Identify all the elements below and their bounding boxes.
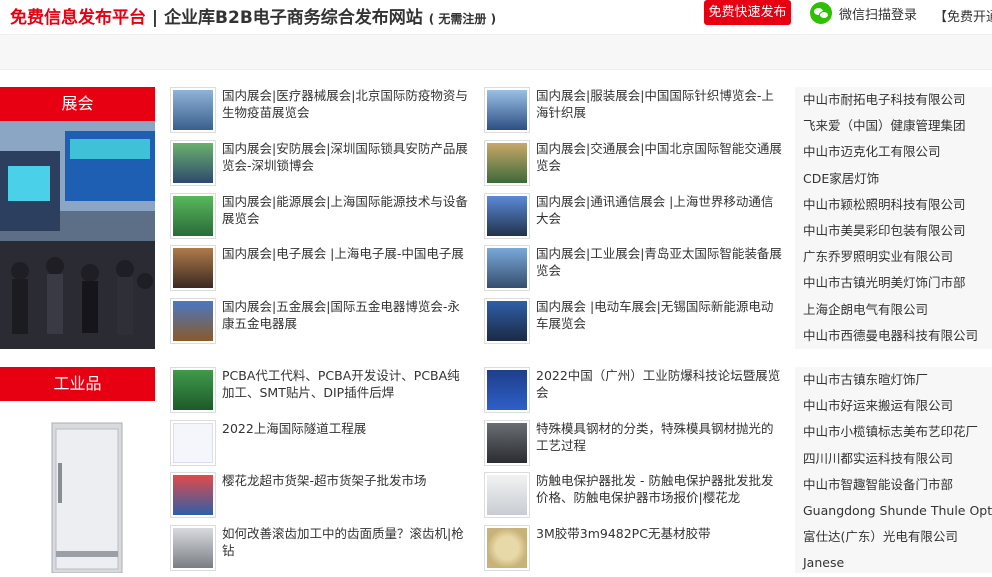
free-publish-button[interactable]: 免费快速发布 (704, 0, 791, 25)
news-item[interactable]: 国内展会|医疗器械展会|北京国际防疫物资与生物疫苗展览会 (170, 87, 470, 135)
news-thumbnail[interactable] (170, 140, 216, 186)
company-link[interactable]: 中山市古镇光明美灯饰门市部 (795, 270, 992, 296)
company-link[interactable]: CDE家居灯饰 (795, 166, 992, 192)
news-thumbnail[interactable] (484, 193, 530, 239)
brand-tagline: 免费信息发布平台 (10, 8, 146, 28)
news-item[interactable]: PCBA代工代料、PCBA开发设计、PCBA纯加工、SMT贴片、DIP插件后焊 (170, 367, 470, 415)
news-title[interactable]: 樱花龙超市货架-超市货架子批发市场 (222, 472, 470, 489)
news-title[interactable]: 国内展会|安防展会|深圳国际锁具安防产品展览会-深圳锁博会 (222, 140, 470, 174)
company-link[interactable]: 中山市耐拓电子科技有限公司 (795, 87, 992, 113)
company-list: 中山市古镇东暄灯饰厂 中山市好运来搬运有限公司 中山市小榄镇标志美布艺印花厂 四… (795, 367, 992, 573)
news-title[interactable]: 如何改善滚齿加工中的齿面质量？滚齿机|枪钻 (222, 525, 470, 559)
company-link[interactable]: 中山市颖松照明科技有限公司 (795, 192, 992, 218)
news-title[interactable]: 防触电保护器批发 - 防触电保护器批发批发价格、防触电保护器市场报价|樱花龙 (536, 472, 784, 506)
news-title[interactable]: 2022中国（广州）工业防爆科技论坛暨展览会 (536, 367, 784, 401)
brand-note: ( 无需注册 ) (428, 12, 497, 26)
news-item[interactable]: 国内展会|通讯通信展会 |上海世界移动通信大会 (484, 193, 784, 241)
company-link[interactable]: 中山市好运来搬运有限公司 (795, 393, 992, 419)
company-link[interactable]: 中山市小榄镇标志美布艺印花厂 (795, 419, 992, 445)
brand-separator: | (151, 8, 159, 28)
news-thumbnail[interactable] (170, 420, 216, 466)
section-title-exhibition[interactable]: 展会 (0, 87, 155, 121)
news-title[interactable]: 国内展会|能源展会|上海国际能源技术与设备展览会 (222, 193, 470, 227)
industrial-section: 工业品 PCBA代工代料、PCBA开发设计、PCBA纯加工、SMT贴片、DIP插… (0, 367, 992, 573)
exhibition-section: 展会 国内展会|医疗器械展会|北京国际防疫物资与生物疫苗展览会 国内展会|安防展… (0, 87, 992, 357)
news-thumbnail[interactable] (170, 87, 216, 133)
news-item[interactable]: 2022中国（广州）工业防爆科技论坛暨展览会 (484, 367, 784, 415)
news-title[interactable]: 特殊模具钢材的分类，特殊模具钢材抛光的工艺过程 (536, 420, 784, 454)
news-thumbnail[interactable] (170, 367, 216, 413)
news-thumbnail[interactable] (484, 367, 530, 413)
news-title[interactable]: 国内展会|医疗器械展会|北京国际防疫物资与生物疫苗展览会 (222, 87, 470, 121)
news-thumbnail[interactable] (170, 193, 216, 239)
news-title[interactable]: 2022上海国际隧道工程展 (222, 420, 470, 437)
wechat-login-label: 微信扫描登录 (839, 7, 918, 23)
company-link[interactable]: 中山市迈克化工有限公司 (795, 139, 992, 165)
news-title[interactable]: 国内展会|电子展会 |上海电子展-中国电子展 (222, 245, 470, 262)
company-link[interactable]: 广东乔罗照明实业有限公司 (795, 244, 992, 270)
news-title[interactable]: 国内展会|服装展会|中国国际针织博览会-上海针织展 (536, 87, 784, 121)
news-title[interactable]: 国内展会|交通展会|中国北京国际智能交通展览会 (536, 140, 784, 174)
news-thumbnail[interactable] (484, 525, 530, 571)
company-link[interactable]: 富仕达(广东）光电有限公司 (795, 524, 992, 550)
brand-title: 企业库B2B电子商务综合发布网站 (164, 8, 423, 28)
news-item[interactable]: 国内展会|五金展会|国际五金电器博览会-永康五金电器展 (170, 298, 470, 346)
news-thumbnail[interactable] (170, 298, 216, 344)
news-item[interactable]: 国内展会|交通展会|中国北京国际智能交通展览会 (484, 140, 784, 188)
news-title[interactable]: 国内展会|通讯通信展会 |上海世界移动通信大会 (536, 193, 784, 227)
news-thumbnail[interactable] (484, 87, 530, 133)
news-item[interactable]: 国内展会|工业展会|青岛亚太国际智能装备展览会 (484, 245, 784, 293)
nav-bar (0, 34, 992, 70)
section-title-industrial[interactable]: 工业品 (0, 367, 155, 401)
news-thumbnail[interactable] (170, 245, 216, 291)
news-thumbnail[interactable] (484, 420, 530, 466)
company-link[interactable]: 中山市美昊彩印包装有限公司 (795, 218, 992, 244)
news-thumbnail[interactable] (484, 298, 530, 344)
news-thumbnail[interactable] (170, 525, 216, 571)
top-bar: 免费信息发布平台 | 企业库B2B电子商务综合发布网站 ( 无需注册 ) 免费快… (0, 0, 992, 30)
news-item[interactable]: 特殊模具钢材的分类，特殊模具钢材抛光的工艺过程 (484, 420, 784, 468)
news-item[interactable]: 国内展会 |电动车展会|无锡国际新能源电动车展览会 (484, 298, 784, 346)
news-item[interactable]: 3M胶带3m9482PC无基材胶带 (484, 525, 784, 573)
industrial-banner-image[interactable] (0, 401, 155, 573)
news-thumbnail[interactable] (170, 472, 216, 518)
news-title[interactable]: 国内展会|五金展会|国际五金电器博览会-永康五金电器展 (222, 298, 470, 332)
company-link[interactable]: 四川川都实运科技有限公司 (795, 446, 992, 472)
wechat-login-link[interactable]: 微信扫描登录 (810, 2, 917, 24)
news-thumbnail[interactable] (484, 140, 530, 186)
company-link[interactable]: 中山市古镇东暄灯饰厂 (795, 367, 992, 393)
company-link[interactable]: Guangdong Shunde Thule Optoe (795, 498, 992, 524)
company-list: 中山市耐拓电子科技有限公司 飞来爱（中国）健康管理集团 中山市迈克化工有限公司 … (795, 87, 992, 349)
news-title[interactable]: 国内展会|工业展会|青岛亚太国际智能装备展览会 (536, 245, 784, 279)
company-link[interactable]: 飞来爱（中国）健康管理集团 (795, 113, 992, 139)
free-open-link[interactable]: 【免费开通 (934, 6, 992, 25)
news-item[interactable]: 国内展会|服装展会|中国国际针织博览会-上海针织展 (484, 87, 784, 135)
news-item[interactable]: 如何改善滚齿加工中的齿面质量？滚齿机|枪钻 (170, 525, 470, 573)
news-title[interactable]: 3M胶带3m9482PC无基材胶带 (536, 525, 784, 542)
wechat-icon (810, 2, 832, 24)
news-title[interactable]: PCBA代工代料、PCBA开发设计、PCBA纯加工、SMT贴片、DIP插件后焊 (222, 367, 470, 401)
company-link[interactable]: 上海企朗电气有限公司 (795, 297, 992, 323)
company-link[interactable]: 中山市西德曼电器科技有限公司 (795, 323, 992, 349)
news-item[interactable]: 国内展会|安防展会|深圳国际锁具安防产品展览会-深圳锁博会 (170, 140, 470, 188)
news-item[interactable]: 防触电保护器批发 - 防触电保护器批发批发价格、防触电保护器市场报价|樱花龙 (484, 472, 784, 520)
news-item[interactable]: 2022上海国际隧道工程展 (170, 420, 470, 468)
news-item[interactable]: 国内展会|能源展会|上海国际能源技术与设备展览会 (170, 193, 470, 241)
site-brand[interactable]: 免费信息发布平台 | 企业库B2B电子商务综合发布网站 ( 无需注册 ) (10, 3, 496, 28)
news-thumbnail[interactable] (484, 472, 530, 518)
news-item[interactable]: 国内展会|电子展会 |上海电子展-中国电子展 (170, 245, 470, 293)
company-link[interactable]: 中山市智趣智能设备门市部 (795, 472, 992, 498)
news-thumbnail[interactable] (484, 245, 530, 291)
exhibition-banner-image[interactable] (0, 121, 155, 349)
news-title[interactable]: 国内展会 |电动车展会|无锡国际新能源电动车展览会 (536, 298, 784, 332)
news-item[interactable]: 樱花龙超市货架-超市货架子批发市场 (170, 472, 470, 520)
